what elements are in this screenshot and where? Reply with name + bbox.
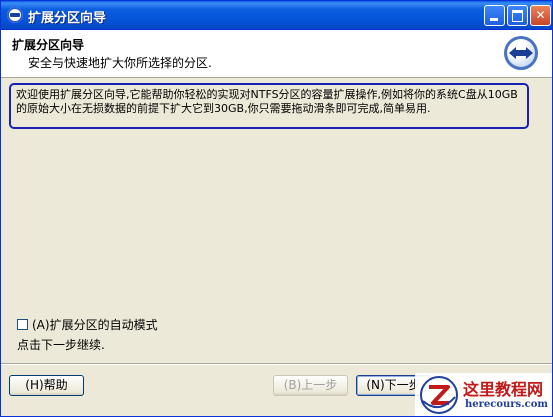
wizard-header: 扩展分区向导 安全与快速地扩大你所选择的分区. bbox=[1, 30, 552, 78]
auto-mode-option[interactable]: (A)扩展分区的自动模式 bbox=[17, 316, 158, 333]
minimize-button[interactable] bbox=[484, 5, 505, 26]
auto-mode-label[interactable]: (A)扩展分区的自动模式 bbox=[32, 316, 158, 333]
watermark-url: herecours.com bbox=[465, 399, 549, 410]
app-icon bbox=[7, 7, 23, 23]
auto-mode-checkbox[interactable] bbox=[17, 319, 28, 330]
title-bar[interactable]: 扩展分区向导 ✕ bbox=[1, 1, 552, 30]
watermark: 这里教程网 herecours.com bbox=[415, 373, 552, 416]
back-button[interactable]: (B)上一步 bbox=[273, 375, 348, 396]
watermark-title: 这里教程网 bbox=[463, 380, 544, 399]
help-button[interactable]: (H)帮助 bbox=[9, 375, 84, 396]
close-button[interactable]: ✕ bbox=[530, 5, 551, 26]
extend-partition-icon bbox=[504, 36, 538, 70]
maximize-button[interactable] bbox=[507, 5, 528, 26]
header-subtitle: 安全与快速地扩大你所选择的分区. bbox=[28, 56, 212, 70]
window-title: 扩展分区向导 bbox=[28, 11, 107, 26]
divider bbox=[1, 363, 552, 365]
welcome-description: 欢迎使用扩展分区向导,它能帮助你轻松的实现对NTFS分区的容量扩展操作,例如将你… bbox=[9, 83, 529, 129]
header-title: 扩展分区向导 bbox=[12, 38, 85, 52]
wizard-window: 扩展分区向导 ✕ 扩展分区向导 安全与快速地扩大你所选择的分区. 欢迎使用扩展分… bbox=[0, 0, 553, 417]
watermark-logo-icon bbox=[420, 376, 458, 414]
continue-hint: 点击下一步继续. bbox=[17, 338, 105, 352]
